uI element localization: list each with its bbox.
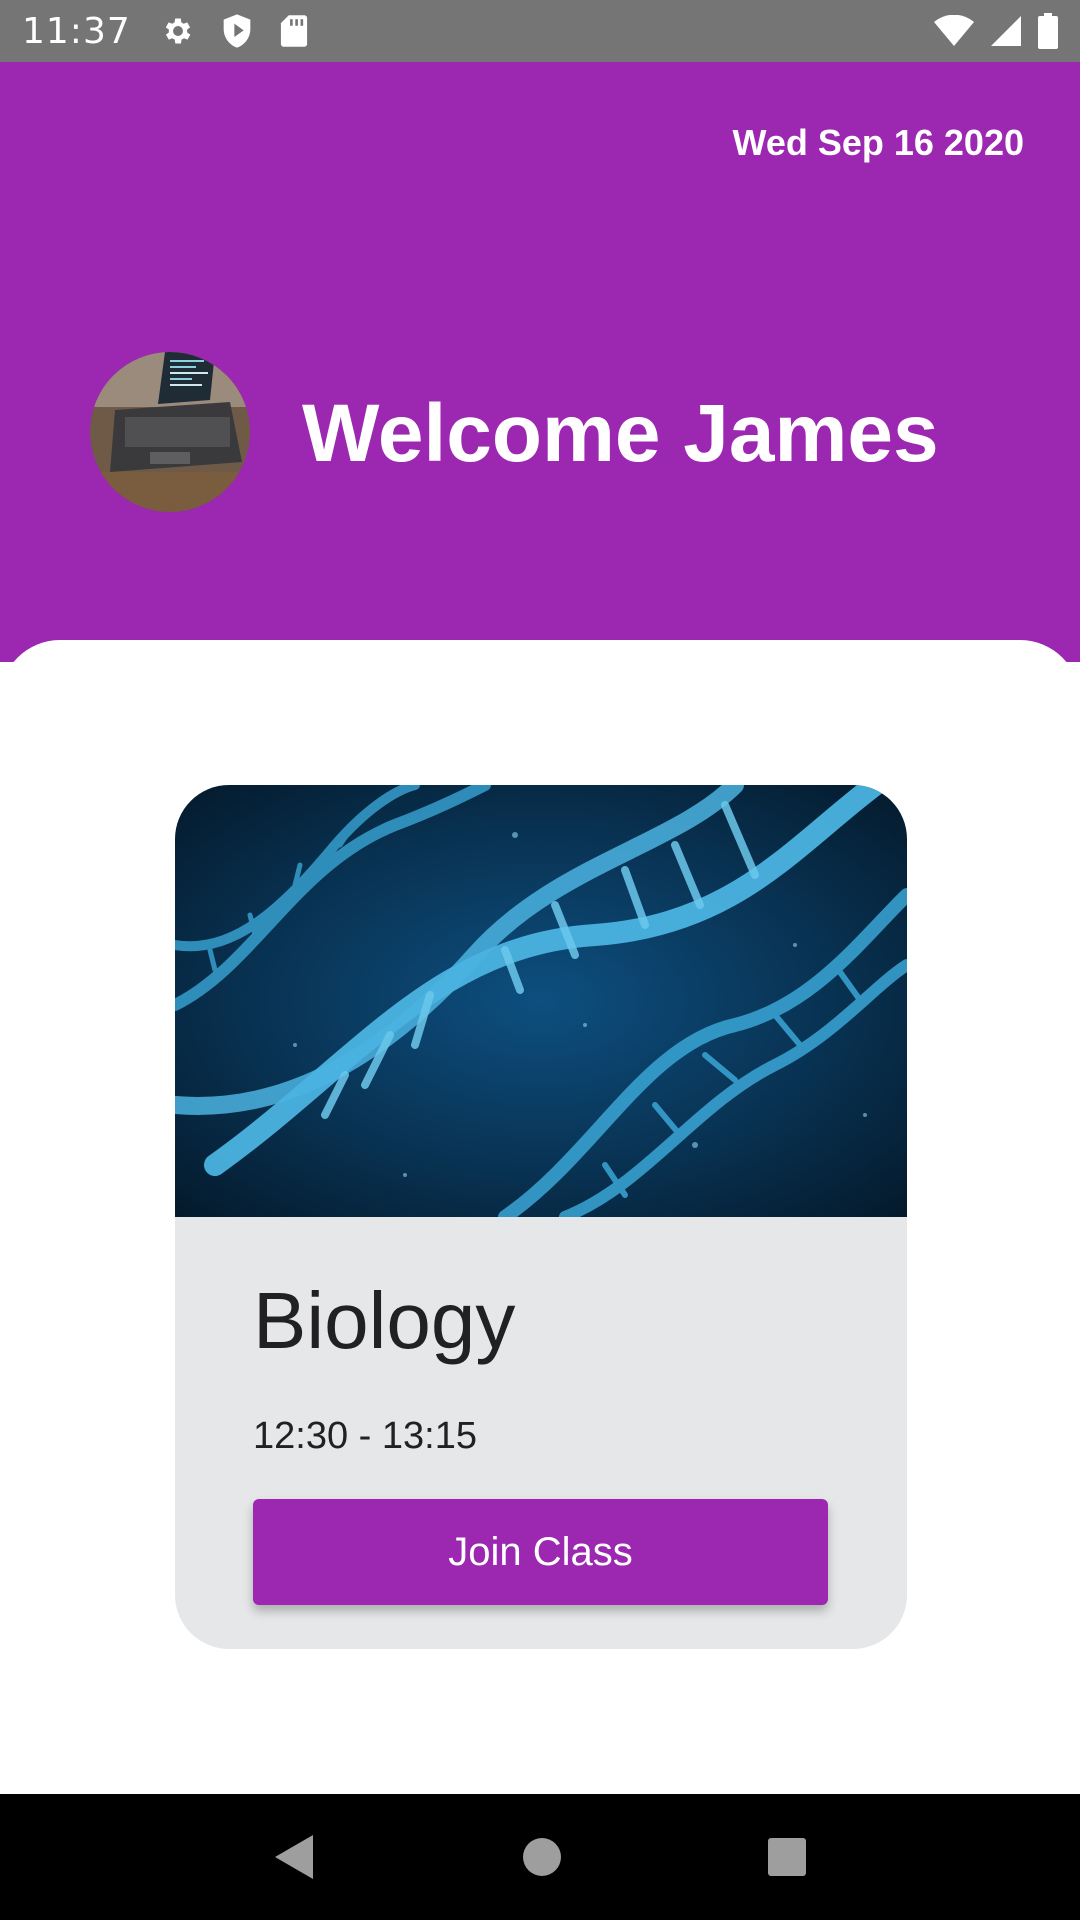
system-navigation-bar — [0, 1794, 1080, 1920]
status-bar: 11:37 — [0, 0, 1080, 62]
class-title: Biology — [253, 1276, 516, 1365]
sd-card-icon — [279, 14, 309, 48]
status-time: 11:37 — [22, 10, 131, 52]
gear-icon — [161, 14, 195, 48]
cell-signal-icon — [990, 15, 1022, 47]
shield-icon — [221, 13, 253, 49]
battery-icon — [1038, 13, 1058, 49]
recents-icon[interactable] — [767, 1837, 807, 1877]
welcome-message: Welcome James — [302, 388, 939, 479]
avatar[interactable] — [90, 352, 250, 512]
welcome-header: Wed Sep 16 2020 Welcome James — [0, 62, 1080, 662]
back-icon[interactable] — [273, 1833, 317, 1881]
class-time: 12:30 - 13:15 — [253, 1415, 477, 1457]
class-card[interactable]: Biology 12:30 - 13:15 Join Class — [175, 785, 907, 1649]
wifi-icon — [934, 15, 974, 47]
home-icon[interactable] — [522, 1837, 562, 1877]
current-date: Wed Sep 16 2020 — [732, 122, 1025, 163]
status-right-icons — [934, 13, 1058, 49]
class-image-dna — [175, 785, 907, 1224]
join-class-button[interactable]: Join Class — [253, 1499, 828, 1605]
status-left-icons — [161, 13, 309, 49]
